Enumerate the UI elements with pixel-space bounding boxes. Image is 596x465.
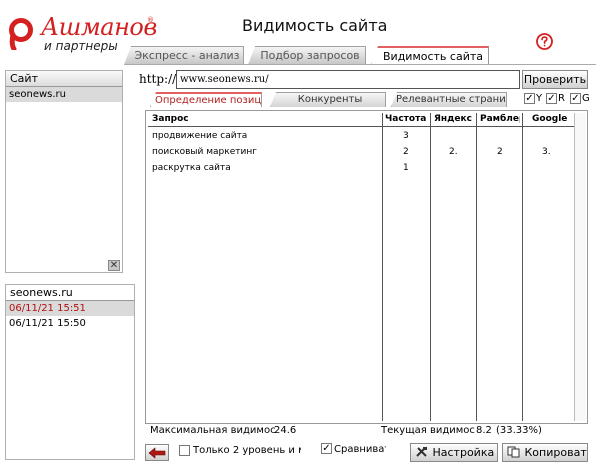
compare-label: Сравнивать <box>334 444 386 455</box>
cell-query: продвижение сайта <box>152 131 248 141</box>
column-divider <box>430 113 431 421</box>
rambler-filter-checkbox[interactable]: ✓ <box>546 93 557 104</box>
column-header-rambler[interactable]: Рамблер <box>480 113 520 126</box>
cell-rambler: 2 <box>497 147 503 157</box>
tab-position-detection[interactable]: Определение позиций <box>150 92 262 107</box>
table-header: Запрос Частота Яндекс Рамблер Google <box>148 113 574 127</box>
current-visibility-value: 8.2 <box>476 425 492 436</box>
sites-panel: Сайт seonews.ru <box>5 70 123 273</box>
column-header-google[interactable]: Google <box>532 113 570 126</box>
brand-name: Ашманов <box>41 13 157 41</box>
copy-label: Копировать <box>524 446 588 459</box>
rambler-filter-label: R <box>558 93 565 104</box>
column-divider <box>476 113 477 421</box>
table-scrollbar[interactable] <box>574 113 586 421</box>
back-button[interactable] <box>145 444 169 461</box>
current-visibility-percent: (33.33%) <box>496 425 542 436</box>
cell-frequency: 2 <box>403 147 409 157</box>
tab-relevant-pages[interactable]: Релевантные страницы <box>391 92 507 107</box>
tab-express-analysis[interactable]: Экспресс - анализ <box>124 46 244 65</box>
table-row[interactable]: продвижение сайта 3 <box>148 129 574 143</box>
google-filter-checkbox[interactable]: ✓ <box>570 93 581 104</box>
column-divider <box>382 113 383 421</box>
settings-button[interactable]: Настройка <box>410 443 498 462</box>
tabs-divider <box>124 64 596 65</box>
column-header-frequency[interactable]: Частота <box>385 113 427 126</box>
tab-competitors[interactable]: Конкуренты <box>270 92 386 107</box>
level2-only-checkbox[interactable] <box>179 445 190 456</box>
column-header-yandex[interactable]: Яндекс <box>434 113 474 126</box>
max-visibility-label: Максимальная видимость <box>150 425 275 436</box>
settings-label: Настройка <box>432 446 495 459</box>
check-button[interactable]: Проверить <box>522 70 588 89</box>
tab-query-selection[interactable]: Подбор запросов <box>248 46 366 65</box>
back-arrow-icon <box>148 447 166 459</box>
history-panel-header: seonews.ru <box>6 285 134 301</box>
copy-icon <box>507 446 520 458</box>
yandex-filter-label: Y <box>536 93 543 104</box>
tools-icon <box>416 447 427 457</box>
max-visibility-value: 24.6 <box>274 425 297 436</box>
yandex-filter-checkbox[interactable]: ✓ <box>524 93 535 104</box>
cell-query: раскрутка сайта <box>152 163 231 173</box>
column-header-query[interactable]: Запрос <box>152 113 382 126</box>
tab-site-visibility[interactable]: Видимость сайта <box>371 46 489 65</box>
history-list-item[interactable]: 06/11/21 15:50 <box>6 316 134 331</box>
history-panel: seonews.ru 06/11/21 15:51 06/11/21 15:50 <box>5 284 135 460</box>
table-row[interactable]: раскрутка сайта 1 <box>148 161 574 175</box>
app-title: Видимость сайта <box>242 16 388 35</box>
table-row[interactable]: поисковый маркетинг 2 2. 2 3. <box>148 145 574 159</box>
current-visibility-label: Текущая видимость <box>381 425 475 436</box>
cell-frequency: 3 <box>403 131 409 141</box>
cell-frequency: 1 <box>403 163 409 173</box>
copy-button[interactable]: Копировать <box>502 443 588 462</box>
compare-checkbox[interactable]: ✓ <box>321 443 332 454</box>
brand-registered-mark: ® <box>147 16 154 24</box>
site-list-item[interactable]: seonews.ru <box>6 87 122 102</box>
help-icon[interactable] <box>536 33 553 50</box>
level2-only-label: Только 2 уровень и м <box>193 445 301 456</box>
sites-panel-header: Сайт <box>6 71 122 87</box>
google-filter-label: G <box>582 93 590 104</box>
delete-site-icon[interactable]: ✕ <box>108 260 120 271</box>
history-list-item[interactable]: 06/11/21 15:51 <box>6 301 134 316</box>
url-prefix-label: http:// <box>139 72 177 86</box>
cell-yandex: 2. <box>449 147 458 157</box>
cell-query: поисковый маркетинг <box>152 147 257 157</box>
brand-logo-icon <box>9 18 33 50</box>
cell-google: 3. <box>542 147 551 157</box>
brand-subtitle: и партнеры <box>44 39 118 53</box>
url-input[interactable] <box>176 70 520 89</box>
column-divider <box>522 113 523 421</box>
